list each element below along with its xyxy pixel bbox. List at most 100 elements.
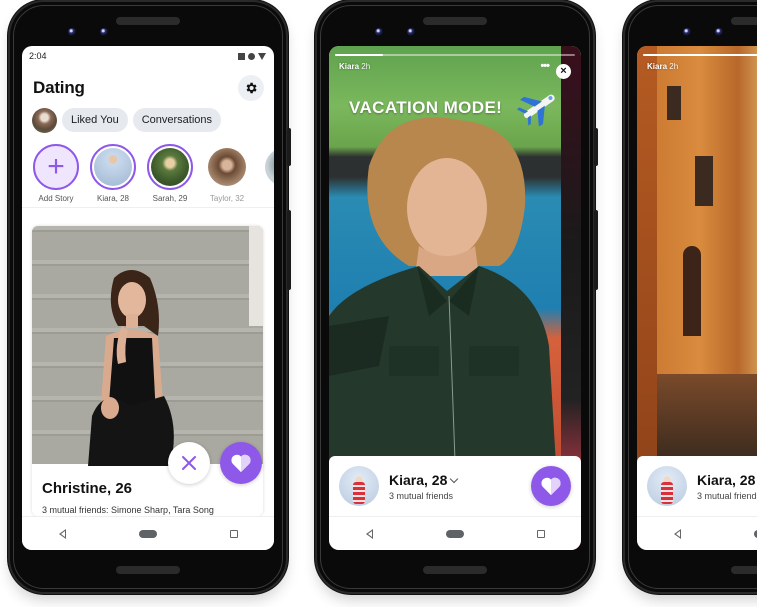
story-author-avatar[interactable]: [339, 466, 379, 506]
close-story-button[interactable]: ×: [556, 64, 571, 79]
airplane-icon: [517, 94, 555, 126]
story-author-info[interactable]: Kiara, 28 3 mutual friends: [697, 472, 757, 501]
story-ring: [90, 144, 136, 190]
story-progress-fill: [643, 54, 757, 56]
phone-story-venice: Kiara 2h Kiara, 28 3 mutual friends: [625, 2, 757, 592]
status-time: 2:04: [29, 51, 47, 61]
phone-story-vacation: Kiara 2h ••• × VACATION MODE! Kiara, 28 …: [317, 2, 598, 592]
power-button: [287, 128, 291, 166]
story-label: Sarah, 29: [152, 194, 188, 203]
liked-you-chip[interactable]: Liked You: [62, 108, 128, 132]
story-author-name: Kiara: [647, 62, 668, 71]
back-icon[interactable]: [365, 528, 373, 539]
mutual-friends: 3 mutual friends: [389, 490, 454, 501]
filter-chips: Liked You Conversations: [22, 106, 274, 134]
story-author-avatar[interactable]: [647, 466, 687, 506]
story-author: Kiara 2h: [339, 62, 370, 71]
like-button[interactable]: [220, 442, 262, 484]
like-button[interactable]: [531, 466, 571, 506]
story-label: Kiara, 28: [96, 194, 130, 203]
screen: 2:04 Dating Liked You Conversations + Ad…: [22, 46, 274, 550]
story-ring: [204, 144, 250, 190]
front-camera: [683, 28, 691, 36]
story-add[interactable]: + Add Story: [33, 144, 79, 207]
bottom-speaker: [423, 566, 487, 574]
status-icons: [238, 52, 266, 60]
story-author-info[interactable]: Kiara, 28 3 mutual friends: [389, 471, 459, 501]
story-ring: [147, 144, 193, 190]
story-kiara[interactable]: Kiara, 28: [90, 144, 136, 207]
android-nav-bar: [22, 516, 274, 550]
phone-dating-home: 2:04 Dating Liked You Conversations + Ad…: [10, 2, 291, 592]
settings-button[interactable]: [238, 75, 264, 101]
story-taylor[interactable]: Taylor, 32: [204, 144, 250, 207]
story-label: Add Story: [38, 194, 74, 203]
android-nav-bar: [329, 516, 581, 550]
story-progress: [335, 54, 575, 56]
volume-button: [594, 210, 598, 290]
recents-icon[interactable]: [229, 529, 238, 538]
bottom-speaker: [116, 566, 180, 574]
story-sarah[interactable]: Sarah, 29: [147, 144, 193, 207]
bottom-speaker: [731, 566, 757, 574]
page-title: Dating: [33, 78, 85, 97]
gear-icon: [246, 82, 257, 94]
conversations-chip[interactable]: Conversations: [132, 108, 222, 132]
home-icon[interactable]: [753, 529, 757, 538]
story-thumbnail: [94, 148, 132, 186]
story-ring: [261, 144, 274, 190]
more-options-icon[interactable]: •••: [540, 60, 550, 72]
front-camera: [375, 28, 383, 36]
notification-icon: [238, 52, 245, 60]
story-author: Kiara 2h: [647, 62, 678, 71]
screen: Kiara 2h ••• × VACATION MODE! Kiara, 28 …: [329, 46, 581, 550]
story-author-label: Kiara, 28: [389, 471, 448, 488]
chevron-down-icon[interactable]: [450, 474, 459, 483]
circle-status-icon: [248, 52, 255, 60]
earpiece: [423, 17, 487, 25]
story-overlay-text: VACATION MODE!: [349, 98, 503, 117]
front-camera: [407, 28, 415, 36]
story-footer: Kiara, 28 3 mutual friends: [329, 456, 581, 516]
status-bar: 2:04: [22, 46, 274, 66]
story-time: 2h: [669, 62, 679, 71]
home-icon[interactable]: [138, 529, 157, 538]
profile-name: Christine, 26: [42, 480, 133, 497]
home-icon[interactable]: [445, 529, 464, 538]
stories-row: + Add Story Kiara, 28 Sarah, 29 Taylor, …: [22, 134, 274, 208]
screen: Kiara 2h Kiara, 28 3 mutual friends: [637, 46, 757, 550]
power-button: [594, 128, 598, 166]
back-icon[interactable]: [58, 528, 66, 539]
heart-icon: [231, 454, 251, 473]
volume-button: [287, 210, 291, 290]
mutual-friends: 3 mutual friends: Simone Sharp, Tara Son…: [42, 505, 214, 515]
android-nav-bar: [637, 516, 757, 550]
pass-button[interactable]: [168, 442, 210, 484]
photo-detail: [695, 156, 713, 206]
photo-detail: [667, 86, 681, 120]
front-camera: [68, 28, 76, 36]
story-label: Taylor, 32: [209, 194, 245, 203]
heart-icon: [541, 477, 561, 496]
story-author-label: Kiara, 28: [697, 471, 756, 488]
mutual-friends: 3 mutual friends: [697, 490, 757, 501]
person-illustration: [88, 270, 174, 466]
story-thumbnail: [265, 148, 274, 186]
profile-avatar[interactable]: [32, 107, 57, 133]
story-thumbnail: [151, 148, 189, 186]
wifi-icon: [258, 52, 266, 60]
story-author-name: Kiara: [339, 62, 360, 71]
story-progress: [643, 54, 757, 56]
earpiece: [731, 17, 757, 25]
front-camera: [715, 28, 723, 36]
photo-detail: [683, 246, 701, 336]
profile-photo: [32, 226, 263, 466]
story-footer: Kiara, 28 3 mutual friends: [637, 456, 757, 516]
front-camera: [100, 28, 108, 36]
header: Dating: [22, 66, 274, 106]
recents-icon[interactable]: [536, 529, 545, 538]
story-jo[interactable]: Jo: [261, 144, 274, 207]
add-story-button[interactable]: +: [33, 144, 79, 190]
stage: 2:04 Dating Liked You Conversations + Ad…: [0, 0, 757, 607]
back-icon[interactable]: [673, 528, 681, 539]
